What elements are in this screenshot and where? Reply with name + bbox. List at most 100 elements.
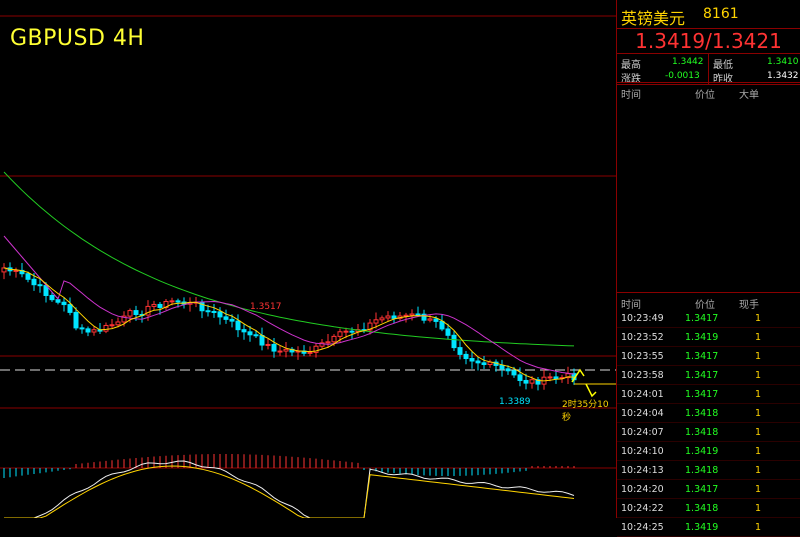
candle-body [205, 310, 211, 313]
tick-volume: 1 [755, 465, 762, 476]
tick-time: 10:23:52 [621, 332, 664, 343]
bid-ask-price: 1.3419/1.3421 [617, 29, 800, 54]
candle-body [271, 343, 277, 352]
candle-body [439, 320, 445, 330]
candle-body [133, 310, 139, 315]
candle-body [109, 324, 115, 327]
tick-price: 1.3417 [685, 370, 719, 381]
candle-body [61, 301, 67, 306]
tick-volume: 1 [755, 370, 762, 381]
candle-body [277, 350, 283, 353]
candle-body [103, 324, 109, 332]
big-orders-box: 时间 价位 大单 [617, 82, 800, 293]
tick-volume: 1 [755, 389, 762, 400]
tick-row: 10:23:55 1.3417 1 [617, 347, 800, 366]
tick-price: 1.3417 [685, 351, 719, 362]
candle-body [115, 321, 121, 326]
candlestick-chart[interactable] [0, 0, 616, 518]
candle-body [433, 318, 439, 322]
candle-body [343, 330, 349, 333]
candle-body [235, 320, 241, 331]
high-annotation: 1.3517 [250, 302, 282, 312]
candle-body [445, 328, 451, 336]
tick-time: 10:23:58 [621, 370, 664, 381]
candle-body [331, 335, 337, 343]
candle-body [451, 334, 457, 349]
candle-body [457, 347, 463, 355]
tick-volume: 1 [755, 351, 762, 362]
big-col-price: 价位 [695, 90, 715, 101]
candle-body [85, 328, 91, 333]
tick-price: 1.3418 [685, 503, 719, 514]
macd-dea-line [4, 465, 575, 518]
quote-panel: 英镑美元 8161 1.3419/1.3421 最高 1.3442 最低 1.3… [616, 0, 800, 537]
candle-body [427, 318, 433, 321]
candle-body [529, 379, 535, 384]
candle-body [517, 374, 523, 381]
candle-body [499, 364, 505, 370]
candle-body [31, 278, 37, 286]
big-col-time: 时间 [621, 90, 641, 101]
candle-body [259, 334, 265, 346]
tick-row: 10:24:25 1.3419 1 [617, 518, 800, 537]
tick-list-box[interactable]: 时间 价位 现手 10:23:49 1.3417 1 10:23:52 1.3419 1 1… [617, 292, 800, 537]
tick-volume: 1 [755, 446, 762, 457]
tick-volume: 1 [755, 332, 762, 343]
candle-body [307, 351, 313, 354]
tick-rows: 10:23:49 1.3417 1 10:23:52 1.3419 1 10:23:55 1.… [617, 309, 800, 537]
tick-list-header: 时间 价位 现手 [617, 293, 800, 311]
candle-body [175, 300, 181, 303]
low-label: 最低 [713, 60, 733, 71]
tick-volume: 1 [755, 503, 762, 514]
tick-row: 10:24:04 1.3418 1 [617, 404, 800, 423]
low-value: 1.3410 [767, 57, 799, 67]
tick-time: 10:23:55 [621, 351, 664, 362]
candle-body [265, 343, 271, 346]
symbol-code: 8161 [703, 6, 739, 22]
high-value: 1.3442 [672, 57, 704, 67]
candle-body [475, 360, 481, 364]
candle-body [229, 318, 235, 322]
tick-time: 10:24:10 [621, 446, 664, 457]
ma-mid-line [3, 235, 575, 375]
tick-price: 1.3419 [685, 522, 719, 533]
low-annotation: 1.3389 [499, 397, 531, 407]
candle-body [247, 331, 253, 336]
candle-body [49, 294, 55, 301]
change-value: -0.0013 [665, 71, 700, 81]
chart-area[interactable]: GBPUSD 4H 1.3517 1.3389 2时35分10秒 [0, 0, 616, 518]
down-arrow-icon [585, 383, 597, 398]
candle-body [373, 319, 379, 324]
candle-body [481, 362, 487, 366]
candle-body [79, 327, 85, 330]
tick-time: 10:24:04 [621, 408, 664, 419]
tick-time: 10:24:22 [621, 503, 664, 514]
tick-time: 10:24:20 [621, 484, 664, 495]
tick-price: 1.3418 [685, 408, 719, 419]
candle-body [409, 313, 415, 316]
tick-time: 10:24:25 [621, 522, 664, 533]
tick-row: 10:24:01 1.3417 1 [617, 385, 800, 404]
candle-body [151, 303, 157, 307]
candle-body [13, 269, 19, 272]
candle-body [169, 300, 175, 303]
candle-body [67, 304, 73, 313]
candle-body [391, 315, 397, 319]
quote-header: 英镑美元 8161 [617, 0, 800, 29]
tick-price: 1.3419 [685, 332, 719, 343]
bar-countdown: 2时35分10秒 [562, 400, 609, 423]
quote-stats: 最高 1.3442 最低 1.3410 涨跌 -0.0013 昨收 1.3432 [617, 54, 800, 85]
candle-body [325, 341, 331, 344]
candle-body [217, 311, 223, 318]
candle-body [283, 348, 289, 352]
candle-body [523, 379, 529, 384]
tick-volume: 1 [755, 408, 762, 419]
tick-price: 1.3417 [685, 484, 719, 495]
candle-body [415, 313, 421, 316]
candle-body [91, 329, 97, 333]
tick-volume: 1 [755, 522, 762, 533]
high-label: 最高 [621, 60, 641, 71]
candle-body [385, 315, 391, 319]
candle-body [37, 284, 43, 287]
macd-histogram [3, 454, 575, 478]
